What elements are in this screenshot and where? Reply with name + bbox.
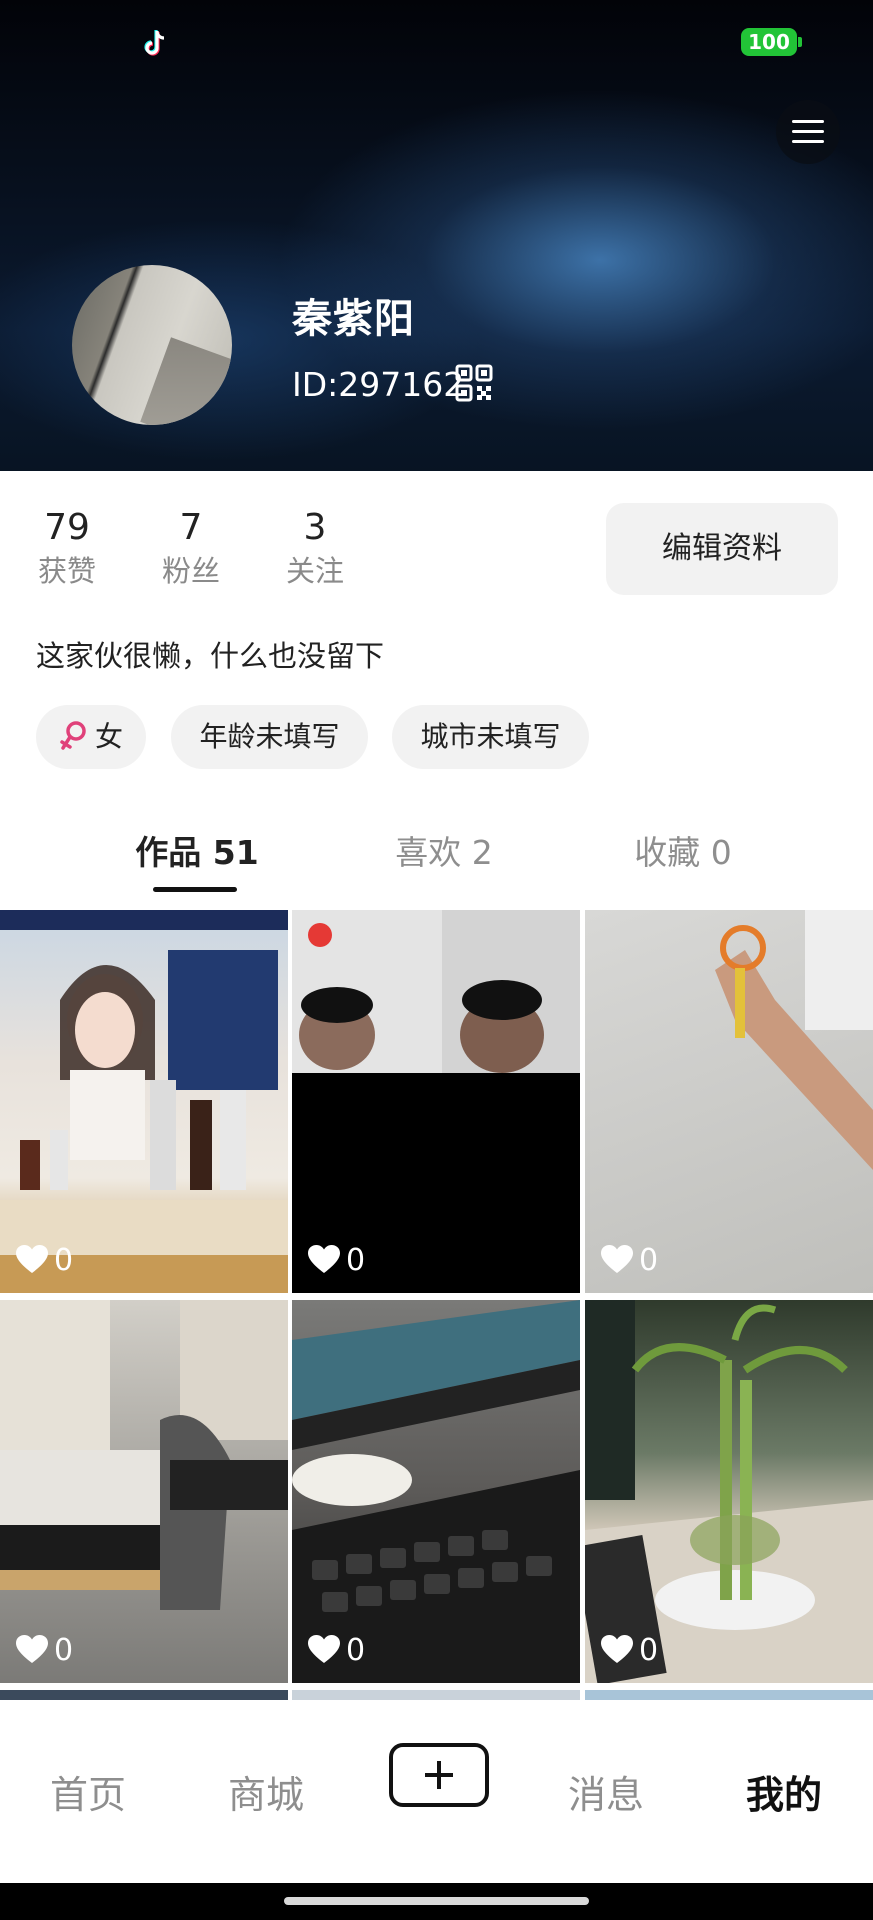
home-indicator[interactable] [284,1897,589,1905]
like-count-value: 0 [346,1633,366,1668]
video-thumbnail-image [292,910,580,1073]
age-tag[interactable]: 年龄未填写 [171,705,368,769]
heart-icon [308,1634,340,1663]
menu-icon [792,120,824,123]
video-thumbnail-image [715,910,873,1170]
stat-value: 79 [44,507,90,548]
stat-value: 3 [303,507,327,548]
content-tabs: 作品 51 喜欢 2 收藏 0 [0,830,873,910]
edit-profile-button[interactable]: 编辑资料 [606,503,838,595]
nav-messages[interactable]: 消息 [536,1770,676,1820]
video-thumbnail[interactable]: 0 [0,910,288,1293]
like-count: 0 [306,1241,365,1281]
video-thumbnail-image [292,1300,580,1683]
like-count: 0 [14,1631,73,1671]
nav-mall[interactable]: 商城 [196,1770,336,1820]
video-thumbnail[interactable]: 0 [585,910,873,1293]
like-count: 0 [306,1631,365,1671]
stat-following[interactable]: 3 关注 [265,507,365,591]
status-bar: 100 [0,0,873,80]
nav-home[interactable]: 首页 [18,1770,158,1820]
video-thumbnail[interactable]: 0 [292,910,580,1293]
video-thumbnail[interactable]: 0 [585,1300,873,1683]
gender-tag[interactable]: 女 [36,705,146,769]
profile-header: 100 秦紫阳 ID:297162 [0,0,873,471]
tab-favorites[interactable]: 收藏 0 [573,830,793,876]
like-count-value: 0 [639,1243,659,1278]
battery-indicator: 100 [741,28,802,56]
tiktok-icon [144,30,165,56]
add-video-button[interactable] [389,1743,489,1807]
stat-label: 关注 [285,554,344,588]
like-count: 0 [599,1241,658,1281]
heart-icon [16,1634,48,1663]
stat-value: 7 [179,507,203,548]
stat-label: 粉丝 [161,554,220,588]
like-count-value: 0 [54,1633,74,1668]
heart-icon [601,1244,633,1273]
stat-followers[interactable]: 7 粉丝 [141,507,241,591]
active-tab-indicator [153,887,237,892]
qr-code-icon[interactable] [455,364,493,402]
video-thumbnail-image [0,910,288,1293]
system-gesture-bar [0,1883,873,1920]
like-count: 0 [14,1241,73,1281]
plus-icon [425,1761,453,1789]
gender-label: 女 [94,720,123,753]
like-count: 0 [599,1631,658,1671]
like-count-value: 0 [54,1243,74,1278]
heart-icon [308,1244,340,1273]
stat-label: 获赞 [37,554,96,588]
heart-icon [16,1244,48,1273]
video-grid: 0 0 0 0 0 0 [0,910,873,1700]
bio-text: 这家伙很懒，什么也没留下 [36,639,385,673]
stat-likes[interactable]: 79 获赞 [17,507,117,591]
user-id: ID:297162 [292,365,465,404]
tab-works[interactable]: 作品 51 [87,830,307,876]
avatar[interactable] [72,265,232,425]
like-count-value: 0 [639,1633,659,1668]
bottom-navigation: 首页 商城 消息 我的 [0,1700,873,1883]
nav-me[interactable]: 我的 [714,1770,854,1820]
video-thumbnail[interactable] [292,1690,580,1700]
menu-button[interactable] [776,100,840,164]
female-icon [60,721,86,750]
like-count-value: 0 [346,1243,366,1278]
username: 秦紫阳 [292,296,415,342]
city-tag[interactable]: 城市未填写 [392,705,589,769]
video-thumbnail[interactable]: 0 [0,1300,288,1683]
video-thumbnail-image [0,1300,288,1610]
tab-likes[interactable]: 喜欢 2 [334,830,554,876]
video-thumbnail[interactable] [585,1690,873,1700]
video-thumbnail-image [585,1300,873,1683]
video-thumbnail[interactable] [0,1690,288,1700]
video-thumbnail[interactable]: 0 [292,1300,580,1683]
heart-icon [601,1634,633,1663]
